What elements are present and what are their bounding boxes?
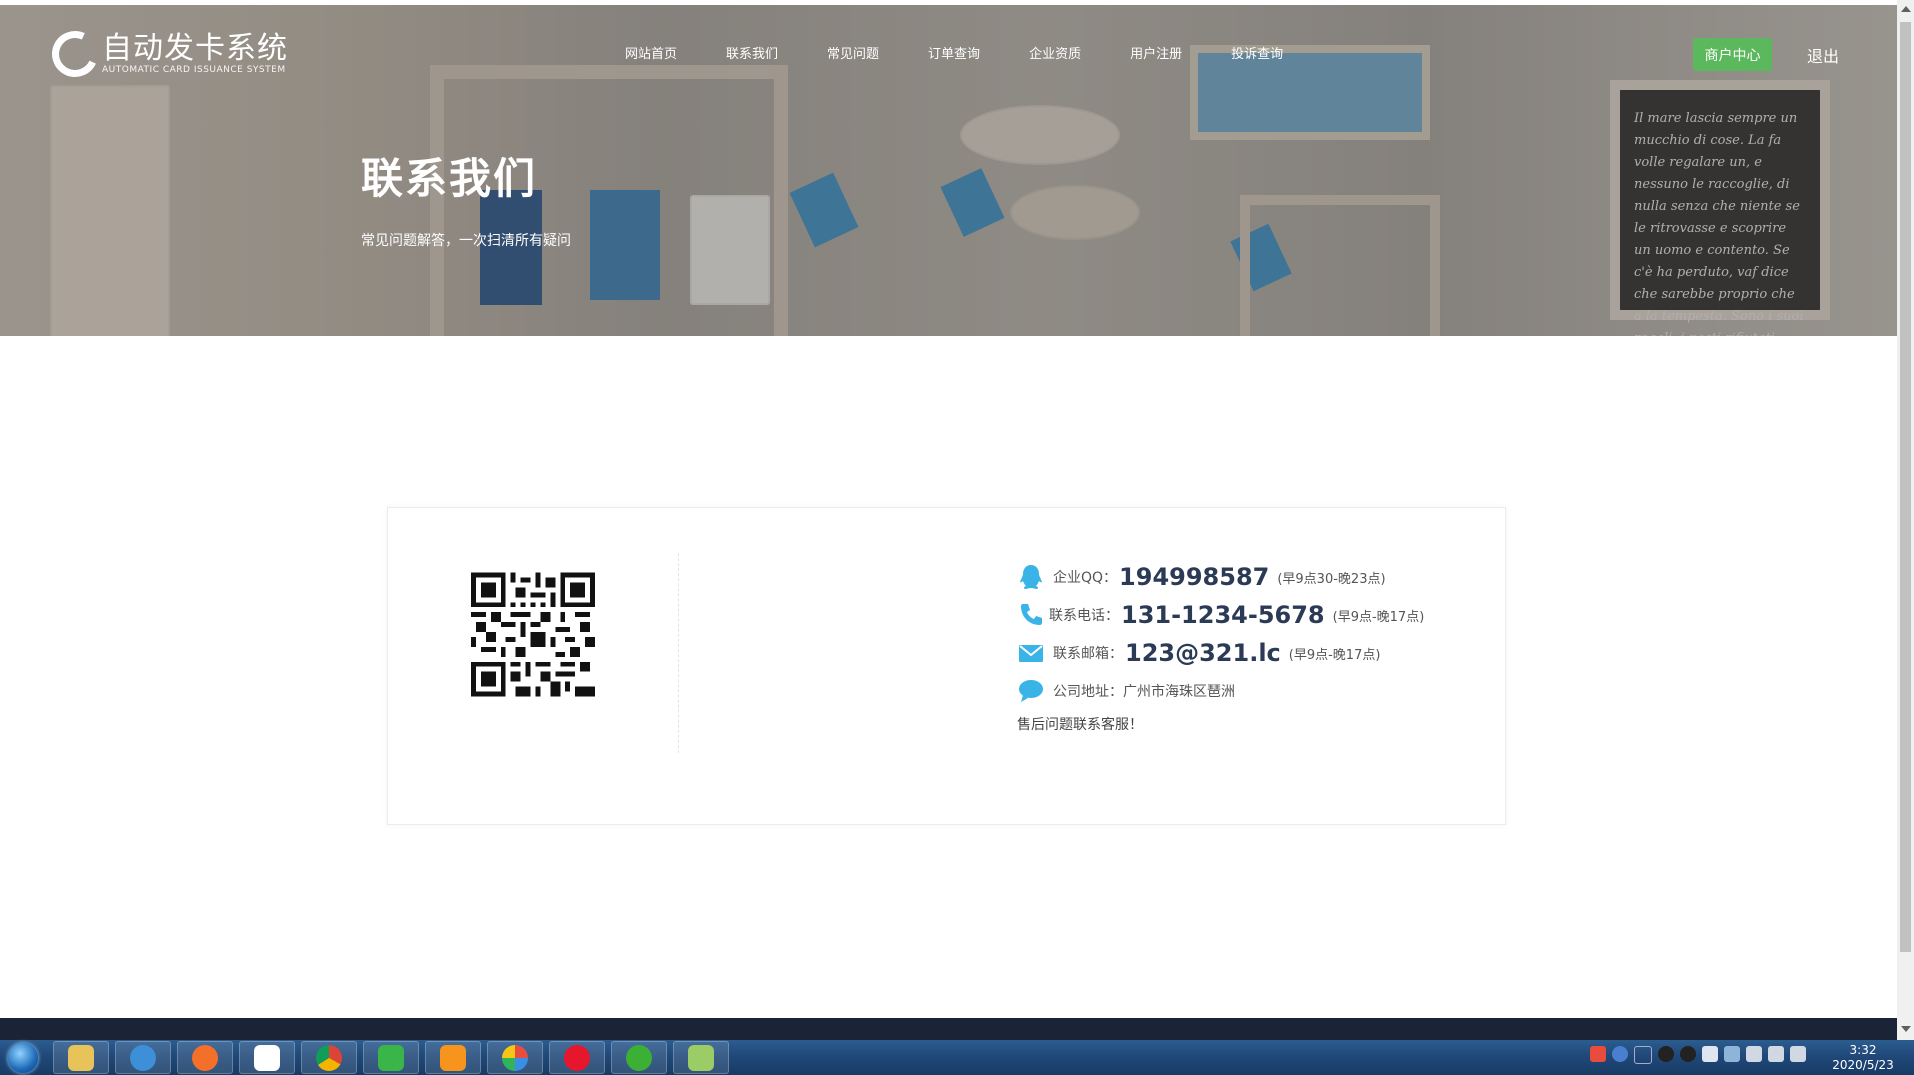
taskbar-360-browser[interactable]	[487, 1041, 543, 1074]
nav-contact[interactable]: 联系我们	[726, 43, 778, 62]
envelope-icon	[1019, 645, 1043, 662]
merchant-center-button[interactable]: 商户中心	[1693, 38, 1772, 71]
scroll-down-arrow-icon[interactable]	[1901, 1026, 1911, 1032]
site-logo[interactable]: 自动发卡系统 AUTOMATIC CARD ISSUANCE SYSTEM	[45, 24, 288, 84]
flag-icon[interactable]	[1724, 1046, 1740, 1062]
qq-label: 企业QQ：	[1053, 570, 1118, 586]
tray-expand-icon[interactable]	[1634, 1046, 1652, 1064]
taskbar-chrome[interactable]	[301, 1041, 357, 1074]
wechat-icon	[626, 1044, 652, 1071]
nav-qualification[interactable]: 企业资质	[1029, 43, 1081, 62]
email-value[interactable]: 123@321.lc	[1125, 639, 1281, 667]
logout-link[interactable]: 退出	[1807, 43, 1839, 67]
qq-hours: (早9点30-晚23点)	[1277, 571, 1386, 587]
vertical-scrollbar[interactable]	[1897, 0, 1914, 1040]
phone-icon	[1021, 604, 1042, 625]
contact-row-qq: 企业QQ： 194998587 (早9点30-晚23点)	[1017, 558, 1424, 596]
logo-cn: 自动发卡系统	[102, 31, 288, 66]
contact-row-email: 联系邮箱： 123@321.lc (早9点-晚17点)	[1017, 634, 1424, 672]
phone-label: 联系电话：	[1049, 608, 1119, 624]
volume-icon[interactable]	[1746, 1046, 1762, 1062]
logo-en: AUTOMATIC CARD ISSUANCE SYSTEM	[102, 65, 286, 75]
taskbar-baidu-netdisk[interactable]	[239, 1041, 295, 1074]
network-icon[interactable]	[1768, 1046, 1784, 1062]
qr-code-image	[471, 572, 595, 697]
address-label: 公司地址：	[1053, 684, 1123, 700]
notepad-icon	[688, 1044, 714, 1071]
contact-card: 企业QQ： 194998587 (早9点30-晚23点) 联系电话： 131-1…	[387, 507, 1506, 825]
chrome-icon	[316, 1044, 342, 1071]
phone-hours: (早9点-晚17点)	[1332, 609, 1425, 625]
logo-text: 自动发卡系统 AUTOMATIC CARD ISSUANCE SYSTEM	[102, 31, 288, 76]
taskbar-notepad[interactable]	[673, 1041, 729, 1074]
windows-taskbar: 3:32 2020/5/23	[0, 1040, 1914, 1075]
system-tray	[1590, 1046, 1806, 1064]
play-icon	[378, 1044, 404, 1071]
speaker-icon[interactable]	[1790, 1046, 1806, 1062]
uc-icon	[440, 1044, 466, 1071]
clock-time: 3:32	[1849, 1043, 1877, 1057]
scroll-up-arrow-icon[interactable]	[1901, 6, 1911, 12]
email-label: 联系邮箱：	[1053, 646, 1123, 662]
weibo-icon	[564, 1044, 590, 1071]
ie-icon	[130, 1044, 156, 1071]
qq-tray-icon[interactable]	[1658, 1046, 1674, 1062]
after-sales-note: 售后问题联系客服！	[1017, 717, 1143, 733]
card-divider	[678, 553, 679, 753]
browser-360-icon	[502, 1044, 528, 1071]
nav-home[interactable]: 网站首页	[625, 43, 677, 62]
start-button[interactable]	[3, 1040, 43, 1075]
taskbar-file-explorer[interactable]	[53, 1041, 109, 1074]
address-value: 广州市海珠区琶洲	[1123, 684, 1235, 700]
qq-tray-icon-2[interactable]	[1680, 1046, 1696, 1062]
network-app-icon[interactable]	[1702, 1046, 1718, 1062]
phone-value[interactable]: 131-1234-5678	[1121, 601, 1325, 629]
main-nav: 网站首页 联系我们 常见问题 订单查询 企业资质 用户注册 投诉查询	[625, 43, 1332, 62]
system-clock[interactable]: 3:32 2020/5/23	[1828, 1043, 1898, 1073]
nav-faq[interactable]: 常见问题	[827, 43, 879, 62]
clock-date: 2020/5/23	[1832, 1058, 1894, 1072]
page-footer-strip	[0, 1018, 1897, 1040]
taskbar-media-player[interactable]	[363, 1041, 419, 1074]
contact-info: 企业QQ： 194998587 (早9点30-晚23点) 联系电话： 131-1…	[1017, 558, 1424, 734]
netdisk-icon	[254, 1044, 280, 1071]
contact-row-address: 公司地址： 广州市海珠区琶洲	[1017, 672, 1424, 710]
page-title: 联系我们	[361, 154, 538, 203]
nav-order-query[interactable]: 订单查询	[928, 43, 980, 62]
firefox-icon	[192, 1044, 218, 1071]
hero-banner: Il mare lascia sempre un mucchio di cose…	[0, 5, 1897, 336]
taskbar-wechat[interactable]	[611, 1041, 667, 1074]
taskbar-uc-browser[interactable]	[425, 1041, 481, 1074]
help-icon[interactable]	[1612, 1046, 1628, 1062]
sogou-ime-icon[interactable]	[1590, 1046, 1606, 1062]
folder-icon	[68, 1044, 94, 1071]
chat-bubble-icon	[1019, 680, 1043, 702]
taskbar-internet-explorer[interactable]	[115, 1041, 171, 1074]
qq-penguin-icon	[1020, 565, 1042, 589]
logo-mark-icon	[45, 24, 105, 84]
scrollbar-thumb[interactable]	[1900, 22, 1911, 952]
taskbar-firefox[interactable]	[177, 1041, 233, 1074]
qq-value[interactable]: 194998587	[1119, 563, 1269, 591]
nav-complaint[interactable]: 投诉查询	[1231, 43, 1283, 62]
windows-logo-icon	[8, 1042, 38, 1073]
page-subtitle: 常见问题解答，一次扫清所有疑问	[361, 233, 571, 249]
contact-row-phone: 联系电话： 131-1234-5678 (早9点-晚17点)	[1017, 596, 1424, 634]
email-hours: (早9点-晚17点)	[1288, 647, 1381, 663]
nav-register[interactable]: 用户注册	[1130, 43, 1182, 62]
taskbar-weibo[interactable]	[549, 1041, 605, 1074]
